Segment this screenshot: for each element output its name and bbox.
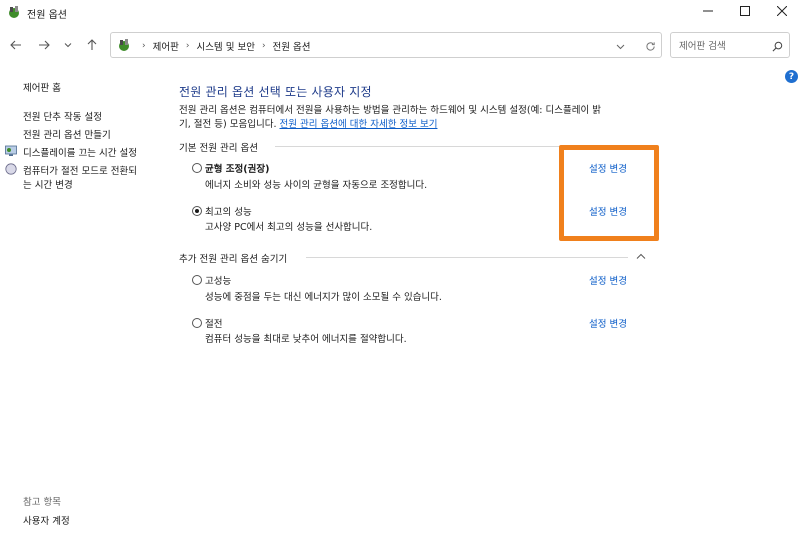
additional-plans-heading[interactable]: 추가 전원 관리 옵션 숨기기 (179, 251, 287, 265)
plan-desc-high-performance: 성능에 중점을 두는 대신 에너지가 많이 소모될 수 있습니다. (205, 292, 442, 303)
plan-name-power-saver[interactable]: 절전 (205, 316, 222, 330)
plan-name-high-performance[interactable]: 고성능 (205, 273, 231, 287)
address-bar[interactable]: › 제어판 › 시스템 및 보안 › 전원 옵션 (110, 32, 662, 58)
sidebar-item-power-button[interactable]: 전원 단추 작동 설정 (23, 109, 102, 123)
close-button[interactable] (762, 0, 800, 22)
control-panel-icon (119, 39, 129, 51)
description-line-2: 기, 절전 등) 모음입니다. (179, 119, 277, 130)
sidebar-item-sleep-line1[interactable]: 컴퓨터가 절전 모드로 전환되 (23, 163, 137, 177)
search-input[interactable] (679, 38, 767, 54)
display-settings-icon (5, 145, 17, 156)
up-button[interactable] (82, 34, 102, 56)
sidebar-item-user-accounts[interactable]: 사용자 계정 (23, 513, 70, 527)
sidebar-control-panel-home[interactable]: 제어판 홈 (23, 80, 61, 94)
minimize-icon (703, 10, 713, 12)
chevron-right-icon: › (261, 41, 266, 51)
breadcrumb: › 제어판 › 시스템 및 보안 › 전원 옵션 (135, 39, 311, 53)
additional-plans-divider (306, 257, 628, 258)
window-title: 전원 옵션 (27, 10, 67, 21)
change-settings-saver-link[interactable]: 설정 변경 (589, 316, 627, 330)
radio-high-performance[interactable] (192, 275, 202, 285)
maximize-icon (740, 6, 750, 16)
refresh-icon (645, 41, 655, 51)
chevron-down-icon (616, 44, 624, 49)
description-line-1: 전원 관리 옵션은 컴퓨터에서 전원을 사용하는 방법을 관리하는 하드웨어 및… (179, 105, 601, 116)
forward-button[interactable] (34, 34, 54, 56)
maximize-button[interactable] (725, 0, 765, 22)
search-icon[interactable] (769, 38, 785, 54)
chevron-right-icon: › (185, 41, 190, 51)
arrow-right-icon (39, 40, 50, 50)
chevron-up-icon (636, 253, 646, 259)
collapse-additional-button[interactable] (635, 251, 647, 261)
radio-ultimate-performance[interactable] (192, 206, 202, 216)
back-button[interactable] (6, 34, 26, 56)
plan-desc-ultimate-performance: 고사양 PC에서 최고의 성능을 선사합니다. (205, 222, 373, 233)
page-title: 전원 관리 옵션 선택 또는 사용자 지정 (179, 85, 372, 99)
highlight-box (559, 145, 659, 241)
page-description: 전원 관리 옵션은 컴퓨터에서 전원을 사용하는 방법을 관리하는 하드웨어 및… (179, 104, 649, 132)
breadcrumb-control-panel[interactable]: 제어판 (153, 39, 179, 53)
sidebar-item-display-off[interactable]: 디스플레이를 끄는 시간 설정 (23, 145, 137, 159)
address-dropdown-button[interactable] (611, 37, 629, 55)
plan-desc-power-saver: 컴퓨터 성능을 최대로 낮추어 에너지를 절약합니다. (205, 334, 407, 345)
recent-locations-button[interactable] (58, 34, 78, 56)
sleep-moon-icon (5, 163, 17, 175)
plan-name-ultimate-performance[interactable]: 최고의 성능 (205, 204, 252, 218)
breadcrumb-power-options[interactable]: 전원 옵션 (273, 39, 311, 53)
breadcrumb-system-security[interactable]: 시스템 및 보안 (196, 39, 254, 53)
arrow-left-icon (10, 40, 21, 50)
plan-desc-balanced: 에너지 소비와 성능 사이의 균형을 자동으로 조정합니다. (205, 180, 428, 191)
power-options-app-icon (9, 6, 19, 18)
plan-name-balanced[interactable]: 균형 조정(권장) (205, 161, 269, 175)
change-settings-high-link[interactable]: 설정 변경 (589, 273, 627, 287)
arrow-up-icon (87, 39, 97, 50)
search-box[interactable] (670, 32, 790, 58)
minimize-button[interactable] (688, 0, 728, 22)
chevron-down-icon (64, 43, 72, 48)
sidebar-item-sleep-line2[interactable]: 는 시간 변경 (23, 177, 73, 191)
help-icon[interactable]: ? (785, 70, 798, 83)
chevron-right-icon: › (142, 41, 146, 51)
close-icon (777, 6, 787, 16)
navigation-bar: › 제어판 › 시스템 및 보안 › 전원 옵션 (0, 30, 800, 60)
radio-balanced[interactable] (192, 163, 202, 173)
more-info-link[interactable]: 전원 관리 옵션에 대한 자세한 정보 보기 (280, 119, 438, 130)
refresh-button[interactable] (641, 37, 659, 55)
see-also-heading: 참고 항목 (23, 497, 61, 508)
radio-power-saver[interactable] (192, 318, 202, 328)
basic-plans-heading: 기본 전원 관리 옵션 (179, 143, 258, 154)
title-bar: 전원 옵션 (0, 0, 800, 26)
sidebar-item-create-plan[interactable]: 전원 관리 옵션 만들기 (23, 127, 111, 141)
